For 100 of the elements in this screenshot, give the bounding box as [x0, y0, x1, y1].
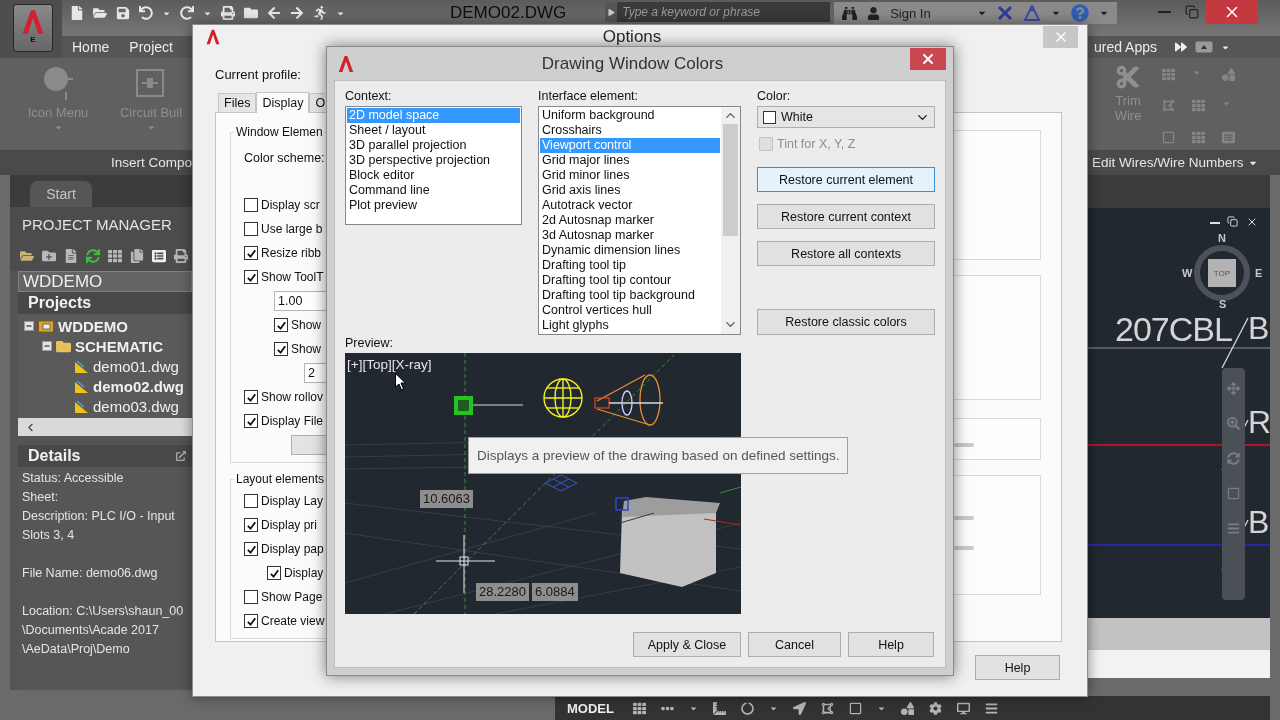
- restore-button[interactable]: Restore all contexts: [757, 241, 935, 266]
- list-item[interactable]: Light glyphs: [540, 318, 720, 333]
- list-item[interactable]: Drafting tool tip: [540, 258, 720, 273]
- slider-track[interactable]: [954, 443, 974, 447]
- checkbox[interactable]: [274, 342, 288, 356]
- restore-button[interactable]: Restore current element: [757, 167, 935, 192]
- close-button[interactable]: [910, 48, 946, 70]
- command-input[interactable]: [1088, 650, 1270, 678]
- sign-in-link[interactable]: Sign In: [890, 5, 931, 21]
- checkbox[interactable]: [244, 246, 258, 260]
- number-field[interactable]: 1.00: [274, 291, 326, 311]
- list-item[interactable]: Command line: [347, 183, 520, 198]
- folder-open-icon[interactable]: [93, 6, 107, 20]
- restore-button[interactable]: Restore current context: [757, 204, 935, 229]
- tab[interactable]: O: [309, 93, 326, 112]
- checkbox[interactable]: [244, 270, 258, 284]
- list-item[interactable]: Grid axis lines: [540, 183, 720, 198]
- panel-title[interactable]: Insert Compo: [110, 155, 192, 170]
- checkbox[interactable]: [274, 318, 288, 332]
- folder-icon[interactable]: [244, 6, 258, 20]
- list-item[interactable]: Grid minor lines: [540, 168, 720, 183]
- tree-item[interactable]: WDDEMO: [58, 317, 128, 335]
- folder-plus-icon[interactable]: [42, 249, 56, 263]
- list-item[interactable]: Control vertices hull: [540, 303, 720, 318]
- file-icon[interactable]: [70, 6, 84, 20]
- shapes-icon[interactable]: [900, 701, 914, 715]
- model-tab[interactable]: MODEL: [567, 700, 614, 716]
- tree-item[interactable]: demo02.dwg: [93, 377, 184, 395]
- slider-track[interactable]: [954, 516, 974, 520]
- pointer-arrow-icon[interactable]: [792, 701, 806, 715]
- monitor-icon[interactable]: [956, 701, 970, 715]
- user-icon[interactable]: [867, 6, 881, 20]
- dialog-button[interactable]: Apply & Close: [633, 632, 741, 657]
- list-item[interactable]: Autotrack vector: [540, 198, 720, 213]
- list-item[interactable]: Crosshairs: [540, 123, 720, 138]
- start-tab[interactable]: Start: [30, 181, 92, 207]
- viewport-label[interactable]: [+][Top][X-ray]: [347, 357, 432, 372]
- panel-title[interactable]: Edit Wires/Wire Numbers: [1092, 155, 1244, 170]
- panel-toggle-icon[interactable]: [1195, 41, 1213, 53]
- tree-item[interactable]: SCHEMATIC: [75, 337, 164, 355]
- application-menu-button[interactable]: E: [13, 4, 53, 52]
- grid-icon[interactable]: [108, 249, 122, 263]
- save-icon[interactable]: [116, 6, 130, 20]
- ribbon-tab[interactable]: Project: [119, 36, 183, 58]
- number-field[interactable]: 2: [304, 363, 326, 383]
- ring-icon[interactable]: [740, 701, 754, 715]
- running-figure-icon[interactable]: [313, 6, 327, 20]
- collapse-icon[interactable]: [24, 321, 34, 331]
- checkbox[interactable]: [244, 414, 258, 428]
- printer-icon[interactable]: [221, 6, 235, 20]
- printer-icon[interactable]: [174, 249, 188, 263]
- refresh-icon[interactable]: [86, 249, 100, 263]
- list-item[interactable]: 3D parallel projection: [347, 138, 520, 153]
- list-item[interactable]: Drafting tool tip background: [540, 288, 720, 303]
- tree-item[interactable]: demo01.dwg: [93, 357, 179, 375]
- checkbox[interactable]: [244, 390, 258, 404]
- close-button[interactable]: [1206, 0, 1258, 24]
- list-item[interactable]: 2d Autosnap marker: [540, 213, 720, 228]
- polygon-icon[interactable]: [820, 701, 834, 715]
- redo-icon[interactable]: [180, 6, 194, 20]
- list-item[interactable]: Drafting tool tip contour: [540, 273, 720, 288]
- color-dropdown[interactable]: White: [757, 106, 935, 128]
- checkbox[interactable]: [244, 542, 258, 556]
- list-item[interactable]: Sheet / layout: [347, 123, 520, 138]
- checkbox[interactable]: [244, 494, 258, 508]
- x-logo-icon[interactable]: [997, 5, 1014, 21]
- list-item[interactable]: Dynamic dimension lines: [540, 243, 720, 258]
- tab[interactable]: Display: [256, 92, 310, 113]
- copy-icon[interactable]: [130, 249, 144, 263]
- project-dropdown[interactable]: WDDEMO: [18, 271, 192, 292]
- horizontal-scrollbar[interactable]: [18, 418, 192, 436]
- document-icon[interactable]: [64, 249, 78, 263]
- ribbon-tab[interactable]: ured Apps: [1083, 36, 1167, 58]
- slider-track[interactable]: [954, 546, 974, 550]
- grid-icon[interactable]: [632, 701, 646, 715]
- arrow-left-icon[interactable]: [267, 6, 281, 20]
- undo-icon[interactable]: [139, 6, 153, 20]
- gear-icon[interactable]: [928, 701, 942, 715]
- fast-forward-icon[interactable]: [1175, 41, 1187, 53]
- ruler-icon[interactable]: [712, 701, 726, 715]
- tab[interactable]: Files: [218, 93, 257, 112]
- list-item[interactable]: Plot preview: [347, 198, 520, 213]
- checkbox[interactable]: [244, 590, 258, 604]
- checkbox[interactable]: [244, 518, 258, 532]
- checkbox[interactable]: [244, 222, 258, 236]
- dialog-button[interactable]: Cancel: [748, 632, 841, 657]
- search-field[interactable]: Type a keyword or phrase: [617, 2, 831, 22]
- binoculars-icon[interactable]: [842, 5, 858, 21]
- viewcube-face[interactable]: TOP: [1208, 259, 1236, 287]
- search-expand-icon[interactable]: [605, 2, 618, 22]
- checkbox[interactable]: [244, 614, 258, 628]
- restore-button[interactable]: Restore classic colors: [757, 309, 935, 335]
- list-item[interactable]: Grid major lines: [540, 153, 720, 168]
- list-item[interactable]: 3d Autosnap marker: [540, 228, 720, 243]
- close-icon[interactable]: [1246, 216, 1258, 228]
- list-item[interactable]: 3D perspective projection: [347, 153, 520, 168]
- tree-item[interactable]: demo03.dwg: [93, 397, 179, 415]
- arrow-right-icon[interactable]: [290, 6, 304, 20]
- scroll-thumb[interactable]: [723, 124, 738, 236]
- vertical-scrollbar[interactable]: [721, 107, 740, 334]
